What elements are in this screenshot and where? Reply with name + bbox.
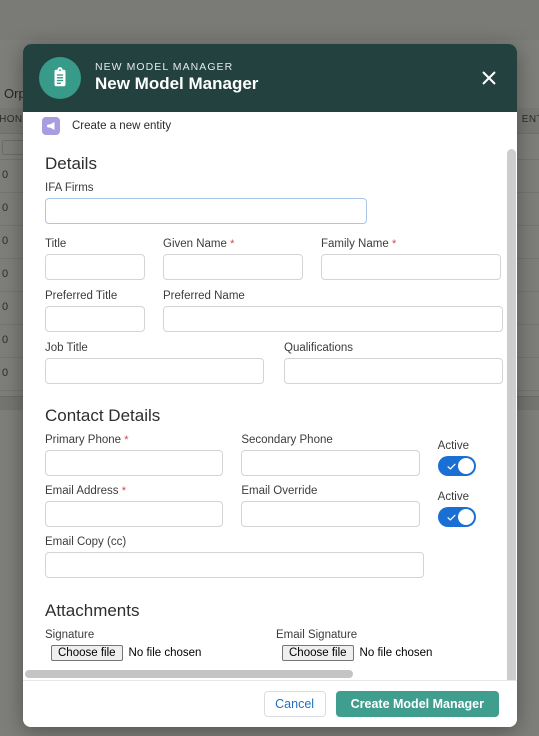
create-entity-bar[interactable]: Create a new entity: [23, 112, 517, 140]
email-override-label: Email Override: [241, 485, 318, 497]
given-name-label: Given Name *: [163, 238, 303, 250]
email-active-toggle[interactable]: [437, 507, 476, 527]
signature-file-status: No file chosen: [128, 647, 202, 659]
preferred-name-label: Preferred Name: [163, 290, 245, 302]
email-signature-file-status: No file chosen: [359, 647, 433, 659]
email-override-input[interactable]: [241, 501, 420, 527]
required-asterisk: *: [230, 238, 235, 250]
signature-label: Signature: [45, 629, 95, 641]
name-fields-row: Title Given Name * Family Name *: [45, 238, 507, 280]
secondary-phone-input[interactable]: [241, 450, 420, 476]
field-primary-phone: Primary Phone *: [45, 434, 224, 476]
ifa-firms-label: IFA Firms: [45, 182, 94, 194]
family-name-label: Family Name *: [321, 238, 501, 250]
modal-body: Details IFA Firms Title Given Name * Fam…: [23, 140, 517, 680]
field-phone-active: Active: [437, 440, 507, 476]
field-email-active: Active: [437, 491, 507, 527]
clipboard-list-icon: [39, 57, 81, 99]
field-email-copy: Email Copy (cc): [45, 536, 424, 578]
email-address-label-text: Email Address: [45, 485, 119, 497]
modal-header: NEW MODEL MANAGER New Model Manager: [23, 44, 517, 112]
attachments-section-title: Attachments: [45, 601, 140, 620]
field-family-name: Family Name *: [321, 238, 501, 280]
title-input[interactable]: [45, 254, 145, 280]
required-asterisk: *: [121, 485, 126, 497]
email-signature-choose-file-button[interactable]: Choose file: [282, 645, 354, 661]
modal-header-text: NEW MODEL MANAGER New Model Manager: [95, 61, 258, 94]
phone-active-toggle[interactable]: [437, 456, 476, 476]
field-title: Title: [45, 238, 145, 280]
ifa-firms-input[interactable]: [45, 198, 367, 224]
given-name-label-text: Given Name: [163, 238, 227, 250]
contact-section-title: Contact Details: [45, 406, 161, 425]
field-ifa-firms: IFA Firms: [45, 182, 367, 224]
field-secondary-phone: Secondary Phone: [241, 434, 420, 476]
field-preferred-title: Preferred Title: [45, 290, 145, 332]
primary-phone-input[interactable]: [45, 450, 224, 476]
check-icon: [447, 514, 456, 521]
megaphone-icon: [42, 117, 60, 135]
create-model-manager-button[interactable]: Create Model Manager: [335, 691, 499, 717]
field-qualifications: Qualifications: [284, 342, 503, 384]
cancel-button[interactable]: Cancel: [263, 691, 326, 717]
details-section-title: Details: [45, 154, 97, 173]
field-email-address: Email Address *: [45, 485, 224, 527]
field-signature: Signature Choose file No file chosen: [45, 629, 276, 661]
given-name-input[interactable]: [163, 254, 303, 280]
close-icon[interactable]: [477, 66, 501, 90]
field-email-signature: Email Signature Choose file No file chos…: [276, 629, 507, 661]
preferred-title-label: Preferred Title: [45, 290, 118, 302]
modal-eyebrow: NEW MODEL MANAGER: [95, 61, 234, 74]
field-preferred-name: Preferred Name: [163, 290, 503, 332]
field-job-title: Job Title: [45, 342, 264, 384]
attachment-fields-row: Signature Choose file No file chosen Ema…: [45, 629, 507, 661]
preferred-name-input[interactable]: [163, 306, 503, 332]
modal-horizontal-scrollbar[interactable]: [23, 668, 506, 680]
primary-phone-label-text: Primary Phone: [45, 434, 122, 446]
phone-active-label: Active: [437, 440, 469, 452]
email-address-label: Email Address *: [45, 485, 223, 497]
email-signature-label: Email Signature: [276, 629, 358, 641]
create-entity-label: Create a new entity: [72, 120, 172, 132]
email-copy-label: Email Copy (cc): [45, 536, 127, 548]
new-model-manager-modal: NEW MODEL MANAGER New Model Manager Crea…: [23, 44, 517, 727]
secondary-phone-label: Secondary Phone: [241, 434, 333, 446]
family-name-input[interactable]: [321, 254, 501, 280]
phone-fields-row: Primary Phone * Secondary Phone Active: [45, 434, 507, 476]
signature-file-input[interactable]: Choose file No file chosen: [51, 645, 276, 661]
toggle-knob: [457, 509, 474, 525]
preferred-title-input[interactable]: [45, 306, 145, 332]
job-title-label: Job Title: [45, 342, 88, 354]
preferred-fields-row: Preferred Title Preferred Name: [45, 290, 507, 332]
qualifications-input[interactable]: [284, 358, 503, 384]
signature-choose-file-button[interactable]: Choose file: [51, 645, 123, 661]
primary-phone-label: Primary Phone *: [45, 434, 223, 446]
job-fields-row: Job Title Qualifications: [45, 342, 507, 384]
title-label: Title: [45, 238, 67, 250]
vertical-scrollbar-thumb[interactable]: [507, 149, 516, 680]
check-icon: [447, 463, 456, 470]
horizontal-scrollbar-thumb[interactable]: [25, 670, 353, 678]
email-address-input[interactable]: [45, 501, 224, 527]
email-signature-file-input[interactable]: Choose file No file chosen: [282, 645, 507, 661]
job-title-input[interactable]: [45, 358, 264, 384]
required-asterisk: *: [124, 434, 129, 446]
field-email-override: Email Override: [241, 485, 420, 527]
qualifications-label: Qualifications: [284, 342, 354, 354]
modal-vertical-scrollbar[interactable]: [506, 140, 517, 680]
page-title: New Model Manager: [95, 74, 259, 94]
field-given-name: Given Name *: [163, 238, 303, 280]
family-name-label-text: Family Name: [321, 238, 389, 250]
form-content: Details IFA Firms Title Given Name * Fam…: [23, 140, 507, 668]
required-asterisk: *: [391, 238, 397, 250]
email-copy-input[interactable]: [45, 552, 424, 578]
modal-footer: Cancel Create Model Manager: [23, 680, 517, 727]
email-fields-row: Email Address * Email Override Active: [45, 485, 507, 527]
email-active-label: Active: [437, 491, 469, 503]
toggle-knob: [457, 458, 474, 474]
